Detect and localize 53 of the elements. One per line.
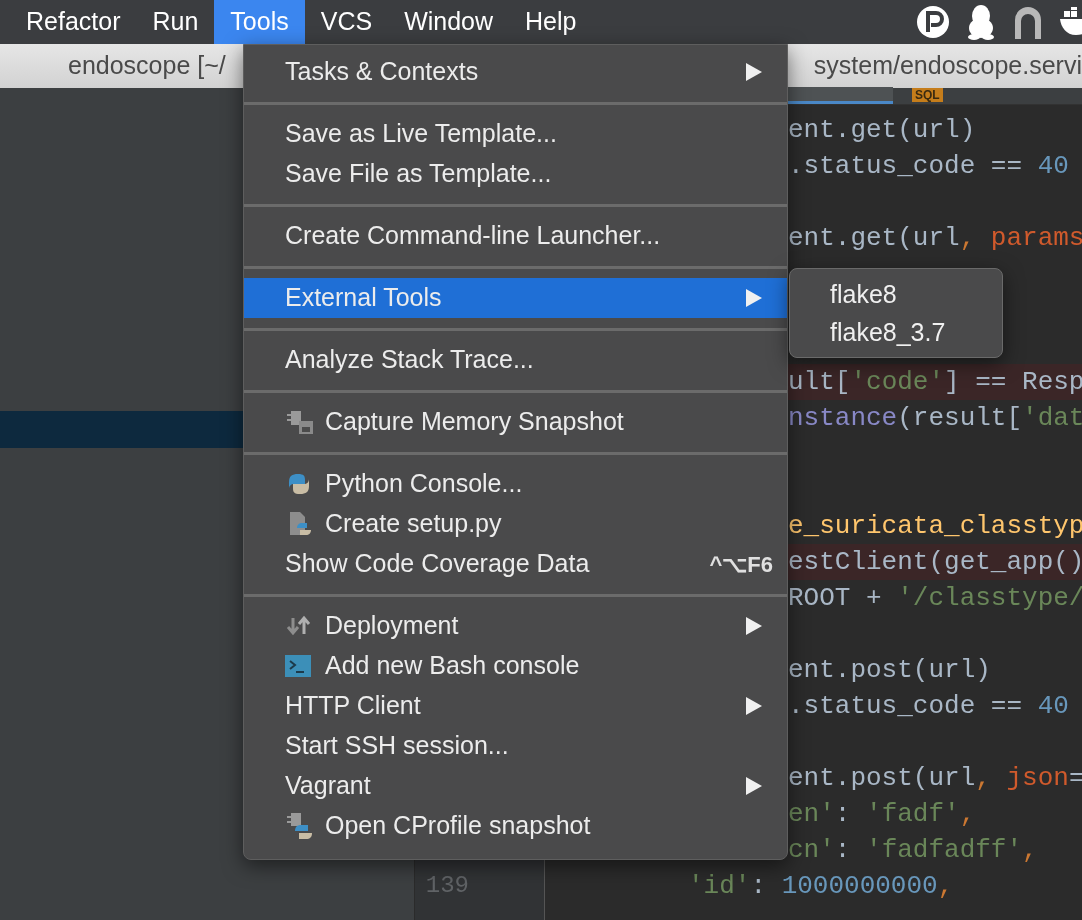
menu-item[interactable]: Add new Bash console (244, 646, 787, 686)
up-down-arrows-icon (285, 614, 313, 638)
file-type-badge: SQL (912, 88, 943, 102)
menu-bar-item[interactable]: Tools (214, 0, 305, 44)
submenu-arrow-icon (745, 776, 763, 796)
code-line: en': 'fadf', (788, 798, 976, 831)
code-line: nstance(result['dat (788, 402, 1082, 435)
terminal-icon (285, 655, 311, 677)
submenu-arrow-icon (745, 696, 763, 716)
menu-bar-item[interactable]: VCS (304, 0, 389, 44)
menu-item[interactable]: Create setup.py (244, 504, 787, 544)
menu-item[interactable]: Create Command-line Launcher... (244, 216, 787, 256)
submenu-item[interactable]: flake8 (790, 276, 1002, 314)
menu-item[interactable]: Tasks & Contexts (244, 52, 787, 92)
window-title: endoscope [~/ (68, 50, 226, 82)
arch-icon[interactable] (1012, 4, 1044, 40)
submenu-item[interactable]: flake8_3.7 (790, 314, 1002, 352)
menu-item[interactable]: Capture Memory Snapshot (244, 402, 787, 442)
code-line: ent.get(url) (788, 114, 976, 147)
menu-item[interactable]: Show Code Coverage Data ^⌥F6 (244, 544, 787, 584)
menu-bar-item[interactable]: Refactor (10, 0, 137, 44)
chip-python-icon (285, 811, 315, 841)
menu-item[interactable]: External Tools (244, 278, 787, 318)
code-line: e_suricata_classtyp (788, 510, 1082, 543)
submenu-arrow-icon (745, 288, 763, 308)
code-line: .status_code == 40 (788, 690, 1069, 723)
shortcut: ^⌥F6 (709, 550, 773, 579)
code-line: ult['code'] == Resp (788, 366, 1082, 399)
code-line: ent.get(url, params (788, 222, 1082, 255)
chip-disk-icon (285, 408, 315, 436)
editor-tab[interactable]: SQL (893, 87, 1013, 104)
menu-bar-item[interactable]: Help (509, 0, 593, 44)
submenu-arrow-icon (745, 62, 763, 82)
menu-item[interactable]: Python Console... (244, 464, 787, 504)
menu-item[interactable]: Start SSH session... (244, 726, 787, 766)
menu-item[interactable]: Open CProfile snapshot (244, 806, 787, 846)
code-line: estClient(get_app() (788, 546, 1082, 579)
menu-item[interactable]: Save as Live Template... (244, 114, 787, 154)
menu-item[interactable]: Vagrant (244, 766, 787, 806)
code-line: .status_code == 40 (788, 150, 1069, 183)
p-circle-icon[interactable] (916, 5, 950, 39)
code-line: 'id': 1000000000, (688, 870, 954, 903)
code-line: ent.post(url) (788, 654, 991, 687)
code-line: cn': 'fadfadff', (788, 834, 1038, 867)
menu-item[interactable]: Save File as Template... (244, 154, 787, 194)
submenu-arrow-icon (745, 616, 763, 636)
window-title: system/endoscope.servi (813, 50, 1082, 82)
menu-item[interactable]: Deployment (244, 606, 787, 646)
menu-bar-item[interactable]: Run (136, 0, 215, 44)
menu-item[interactable]: HTTP Client (244, 686, 787, 726)
menu-bar-item[interactable]: Window (388, 0, 510, 44)
penguin-icon[interactable] (966, 4, 996, 40)
menu-item[interactable]: Analyze Stack Trace... (244, 340, 787, 380)
